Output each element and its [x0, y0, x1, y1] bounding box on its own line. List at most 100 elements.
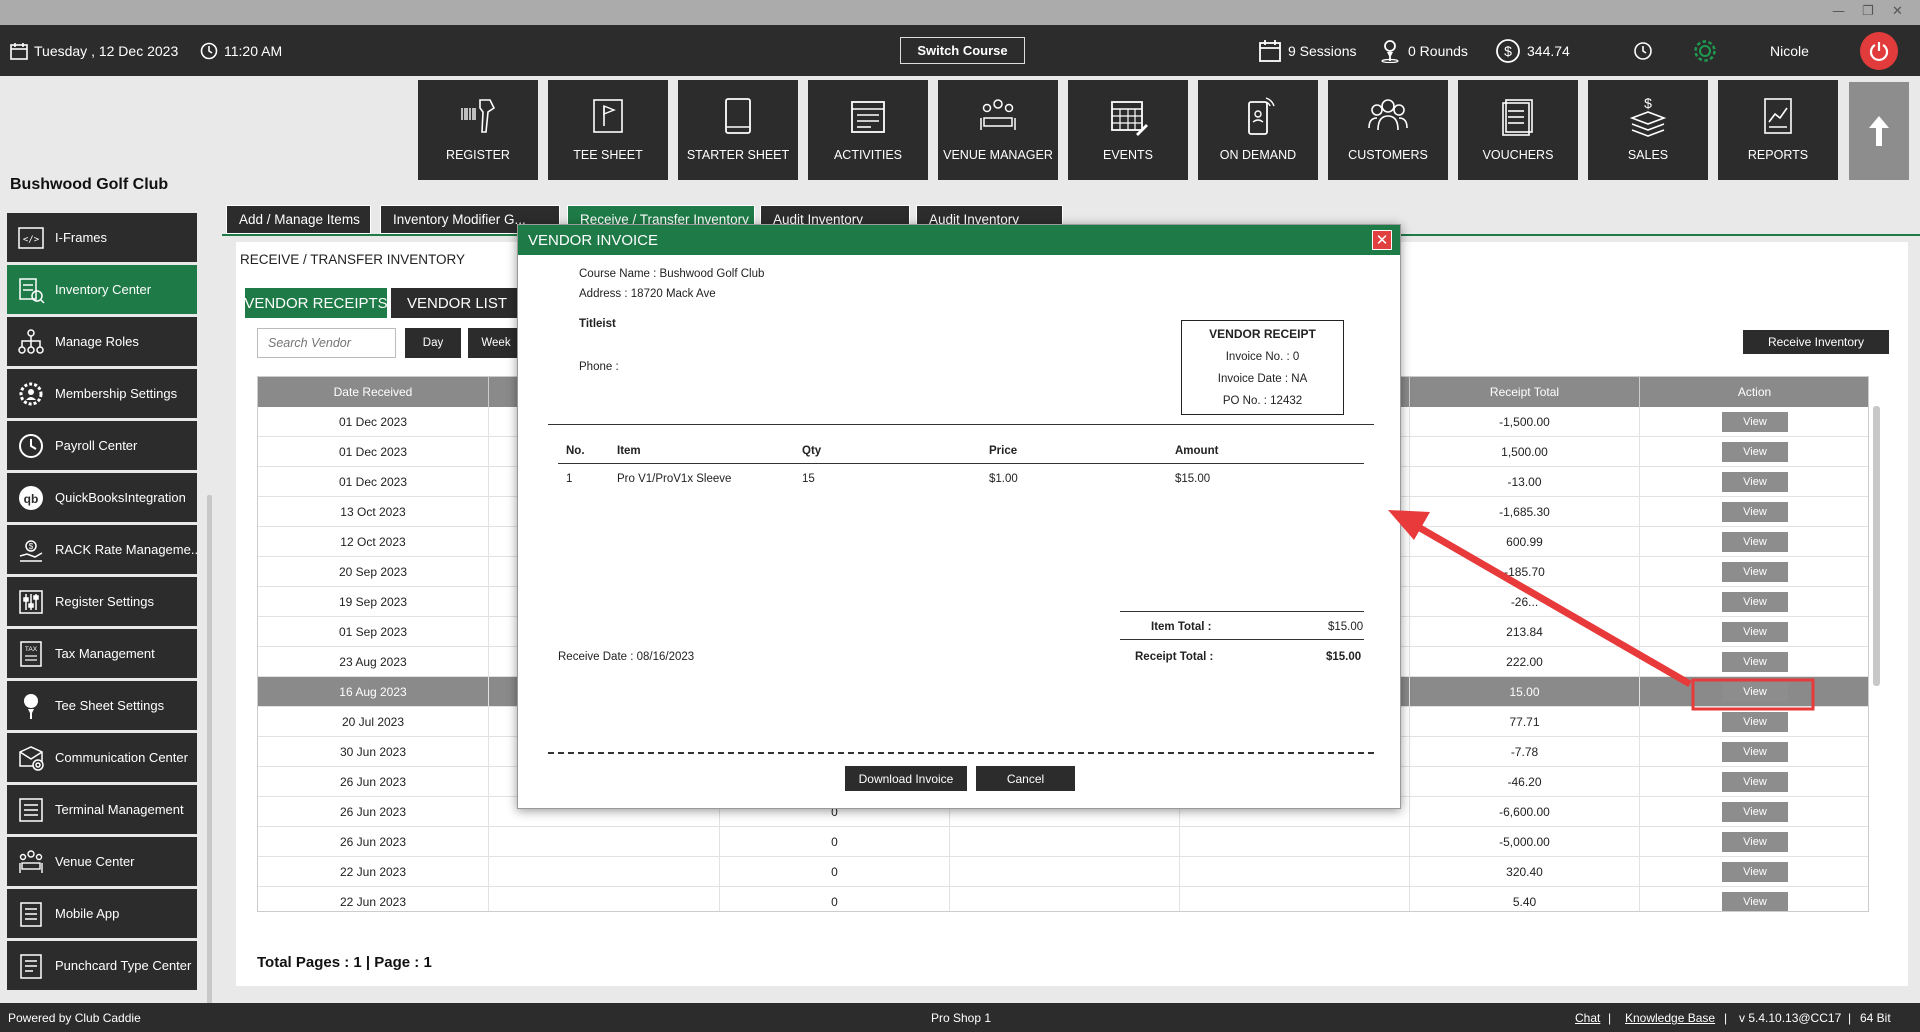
- view-button[interactable]: View: [1722, 502, 1788, 522]
- ribbon-venue-manager[interactable]: Venue Manager: [938, 80, 1058, 180]
- table-row[interactable]: 22 Jun 2023 0 320.40 View: [258, 857, 1868, 887]
- cell-receipt-total: 77.71: [1410, 707, 1640, 737]
- filter-day-button[interactable]: Day: [405, 328, 461, 358]
- receive-inventory-button[interactable]: Receive Inventory: [1743, 330, 1889, 354]
- table-scrollbar[interactable]: [1873, 406, 1880, 686]
- sidebar-item-communication-center[interactable]: Communication Center: [7, 733, 197, 782]
- sidebar-item-terminal-management[interactable]: Terminal Management: [7, 785, 197, 834]
- item-qty: 15: [802, 473, 815, 485]
- view-button[interactable]: View: [1722, 412, 1788, 432]
- table-row[interactable]: 22 Jun 2023 0 5.40 View: [258, 887, 1868, 911]
- tab-add-manage-items[interactable]: Add / Manage Items: [226, 205, 371, 234]
- ribbon-tee-sheet[interactable]: Tee Sheet: [548, 80, 668, 180]
- settings-button[interactable]: [1692, 25, 1718, 76]
- switch-course-button[interactable]: Switch Course: [900, 37, 1025, 64]
- cell-date: 26 Jun 2023: [258, 767, 489, 797]
- column-receipt-total[interactable]: Receipt Total: [1410, 377, 1640, 407]
- rounds-indicator[interactable]: 0 Rounds: [1378, 25, 1468, 76]
- cell-action: View: [1640, 407, 1868, 437]
- subtab-vendor-list[interactable]: VENDOR LIST: [391, 288, 523, 318]
- sidebar-item-inventory-center[interactable]: Inventory Center: [7, 265, 197, 314]
- sidebar-item-quickbooks[interactable]: qb QuickBooksIntegration: [7, 473, 197, 522]
- sidebar-scrollbar[interactable]: [207, 495, 212, 1005]
- ribbon-events[interactable]: Events: [1068, 80, 1188, 180]
- filter-week-button[interactable]: Week: [468, 328, 524, 358]
- arrow-up-icon: [1869, 116, 1889, 146]
- ribbon-on-demand[interactable]: On Demand: [1198, 80, 1318, 180]
- sidebar-item-payroll-center[interactable]: Payroll Center: [7, 421, 197, 470]
- cell-date: 30 Jun 2023: [258, 737, 489, 767]
- ribbon-reports[interactable]: Reports: [1718, 80, 1838, 180]
- cell-receipt-total: 1,500.00: [1410, 437, 1640, 467]
- view-button[interactable]: View: [1722, 652, 1788, 672]
- sidebar-item-iframes[interactable]: </> I-Frames: [7, 213, 197, 262]
- view-button[interactable]: View: [1722, 472, 1788, 492]
- separator: |: [1848, 1011, 1852, 1025]
- close-window-icon[interactable]: ✕: [1892, 4, 1903, 19]
- time-display: 11:20 AM: [200, 25, 282, 76]
- item-price: $1.00: [989, 473, 1018, 485]
- view-button[interactable]: View: [1722, 562, 1788, 582]
- sidebar-item-tax-management[interactable]: TAX Tax Management: [7, 629, 197, 678]
- user-name[interactable]: Nicole: [1770, 25, 1809, 76]
- view-button[interactable]: View: [1722, 532, 1788, 552]
- rounds-count: 0 Rounds: [1408, 42, 1468, 59]
- subtab-vendor-receipts[interactable]: VENDOR RECEIPTS: [244, 288, 388, 318]
- view-button[interactable]: View: [1722, 712, 1788, 732]
- restore-icon[interactable]: ❐: [1862, 4, 1874, 19]
- view-button[interactable]: View: [1722, 802, 1788, 822]
- sidebar-item-mobile-app[interactable]: Mobile App: [7, 889, 197, 938]
- download-invoice-button[interactable]: Download Invoice: [845, 766, 967, 791]
- cell-action: View: [1640, 437, 1868, 467]
- svg-text:qb: qb: [24, 492, 39, 506]
- sessions-indicator[interactable]: 9 Sessions: [1258, 25, 1356, 76]
- cell-date: 01 Dec 2023: [258, 467, 489, 497]
- search-vendor-input[interactable]: [257, 328, 396, 358]
- chat-link[interactable]: Chat: [1575, 1011, 1600, 1025]
- status-bar: Powered by Club Caddie Pro Shop 1 Chat |…: [0, 1003, 1920, 1032]
- timer-button[interactable]: [1633, 25, 1653, 76]
- view-button[interactable]: View: [1722, 892, 1788, 911]
- view-button[interactable]: View: [1722, 742, 1788, 762]
- sidebar-item-tee-sheet-settings[interactable]: Tee Sheet Settings: [7, 681, 197, 730]
- cell-empty: [1180, 857, 1410, 887]
- sidebar-item-punchcard-type-center[interactable]: Punchcard Type Center: [7, 941, 197, 990]
- date-text: Tuesday , 12 Dec 2023: [34, 42, 179, 59]
- sidebar-item-rack-rate[interactable]: $ RACK Rate Manageme...: [7, 525, 197, 574]
- sidebar-item-register-settings[interactable]: Register Settings: [7, 577, 197, 626]
- sidebar-item-label: Membership Settings: [55, 386, 178, 401]
- ribbon-customers[interactable]: Customers: [1328, 80, 1448, 180]
- balance-indicator[interactable]: $ 344.74: [1495, 25, 1570, 76]
- cancel-button[interactable]: Cancel: [976, 766, 1075, 791]
- collapse-ribbon-button[interactable]: [1849, 82, 1909, 180]
- clock-icon: [1634, 41, 1652, 60]
- view-button[interactable]: View: [1722, 622, 1788, 642]
- vendor-invoice-dialog: VENDOR INVOICE ✕ Course Name : Bushwood …: [517, 224, 1401, 809]
- ribbon-starter-sheet[interactable]: Starter Sheet: [678, 80, 798, 180]
- minimize-icon[interactable]: —: [1832, 4, 1845, 19]
- sidebar-item-membership-settings[interactable]: Membership Settings: [7, 369, 197, 418]
- view-button[interactable]: View: [1722, 592, 1788, 612]
- terminal-icon: [19, 797, 43, 822]
- view-button[interactable]: View: [1722, 682, 1788, 702]
- sidebar-item-manage-roles[interactable]: Manage Roles: [7, 317, 197, 366]
- close-icon[interactable]: ✕: [1372, 230, 1392, 250]
- view-button[interactable]: View: [1722, 862, 1788, 882]
- logout-button[interactable]: [1860, 32, 1898, 70]
- column-date-received[interactable]: Date Received: [258, 377, 489, 407]
- knowledge-base-link[interactable]: Knowledge Base: [1625, 1011, 1715, 1025]
- view-button[interactable]: View: [1722, 772, 1788, 792]
- cell-qty: 0: [720, 827, 950, 857]
- ribbon-activities[interactable]: Activities: [808, 80, 928, 180]
- view-button[interactable]: View: [1722, 442, 1788, 462]
- table-row[interactable]: 26 Jun 2023 0 -5,000.00 View: [258, 827, 1868, 857]
- ribbon-sales[interactable]: $ Sales: [1588, 80, 1708, 180]
- ribbon-register[interactable]: Register: [418, 80, 538, 180]
- ribbon-label: Tee Sheet: [573, 148, 643, 162]
- ribbon-vouchers[interactable]: Vouchers: [1458, 80, 1578, 180]
- sessions-calendar-icon: [1259, 39, 1281, 62]
- gear-icon: [1694, 39, 1716, 62]
- sidebar-item-label: QuickBooksIntegration: [55, 490, 186, 505]
- view-button[interactable]: View: [1722, 832, 1788, 852]
- sidebar-item-venue-center[interactable]: Venue Center: [7, 837, 197, 886]
